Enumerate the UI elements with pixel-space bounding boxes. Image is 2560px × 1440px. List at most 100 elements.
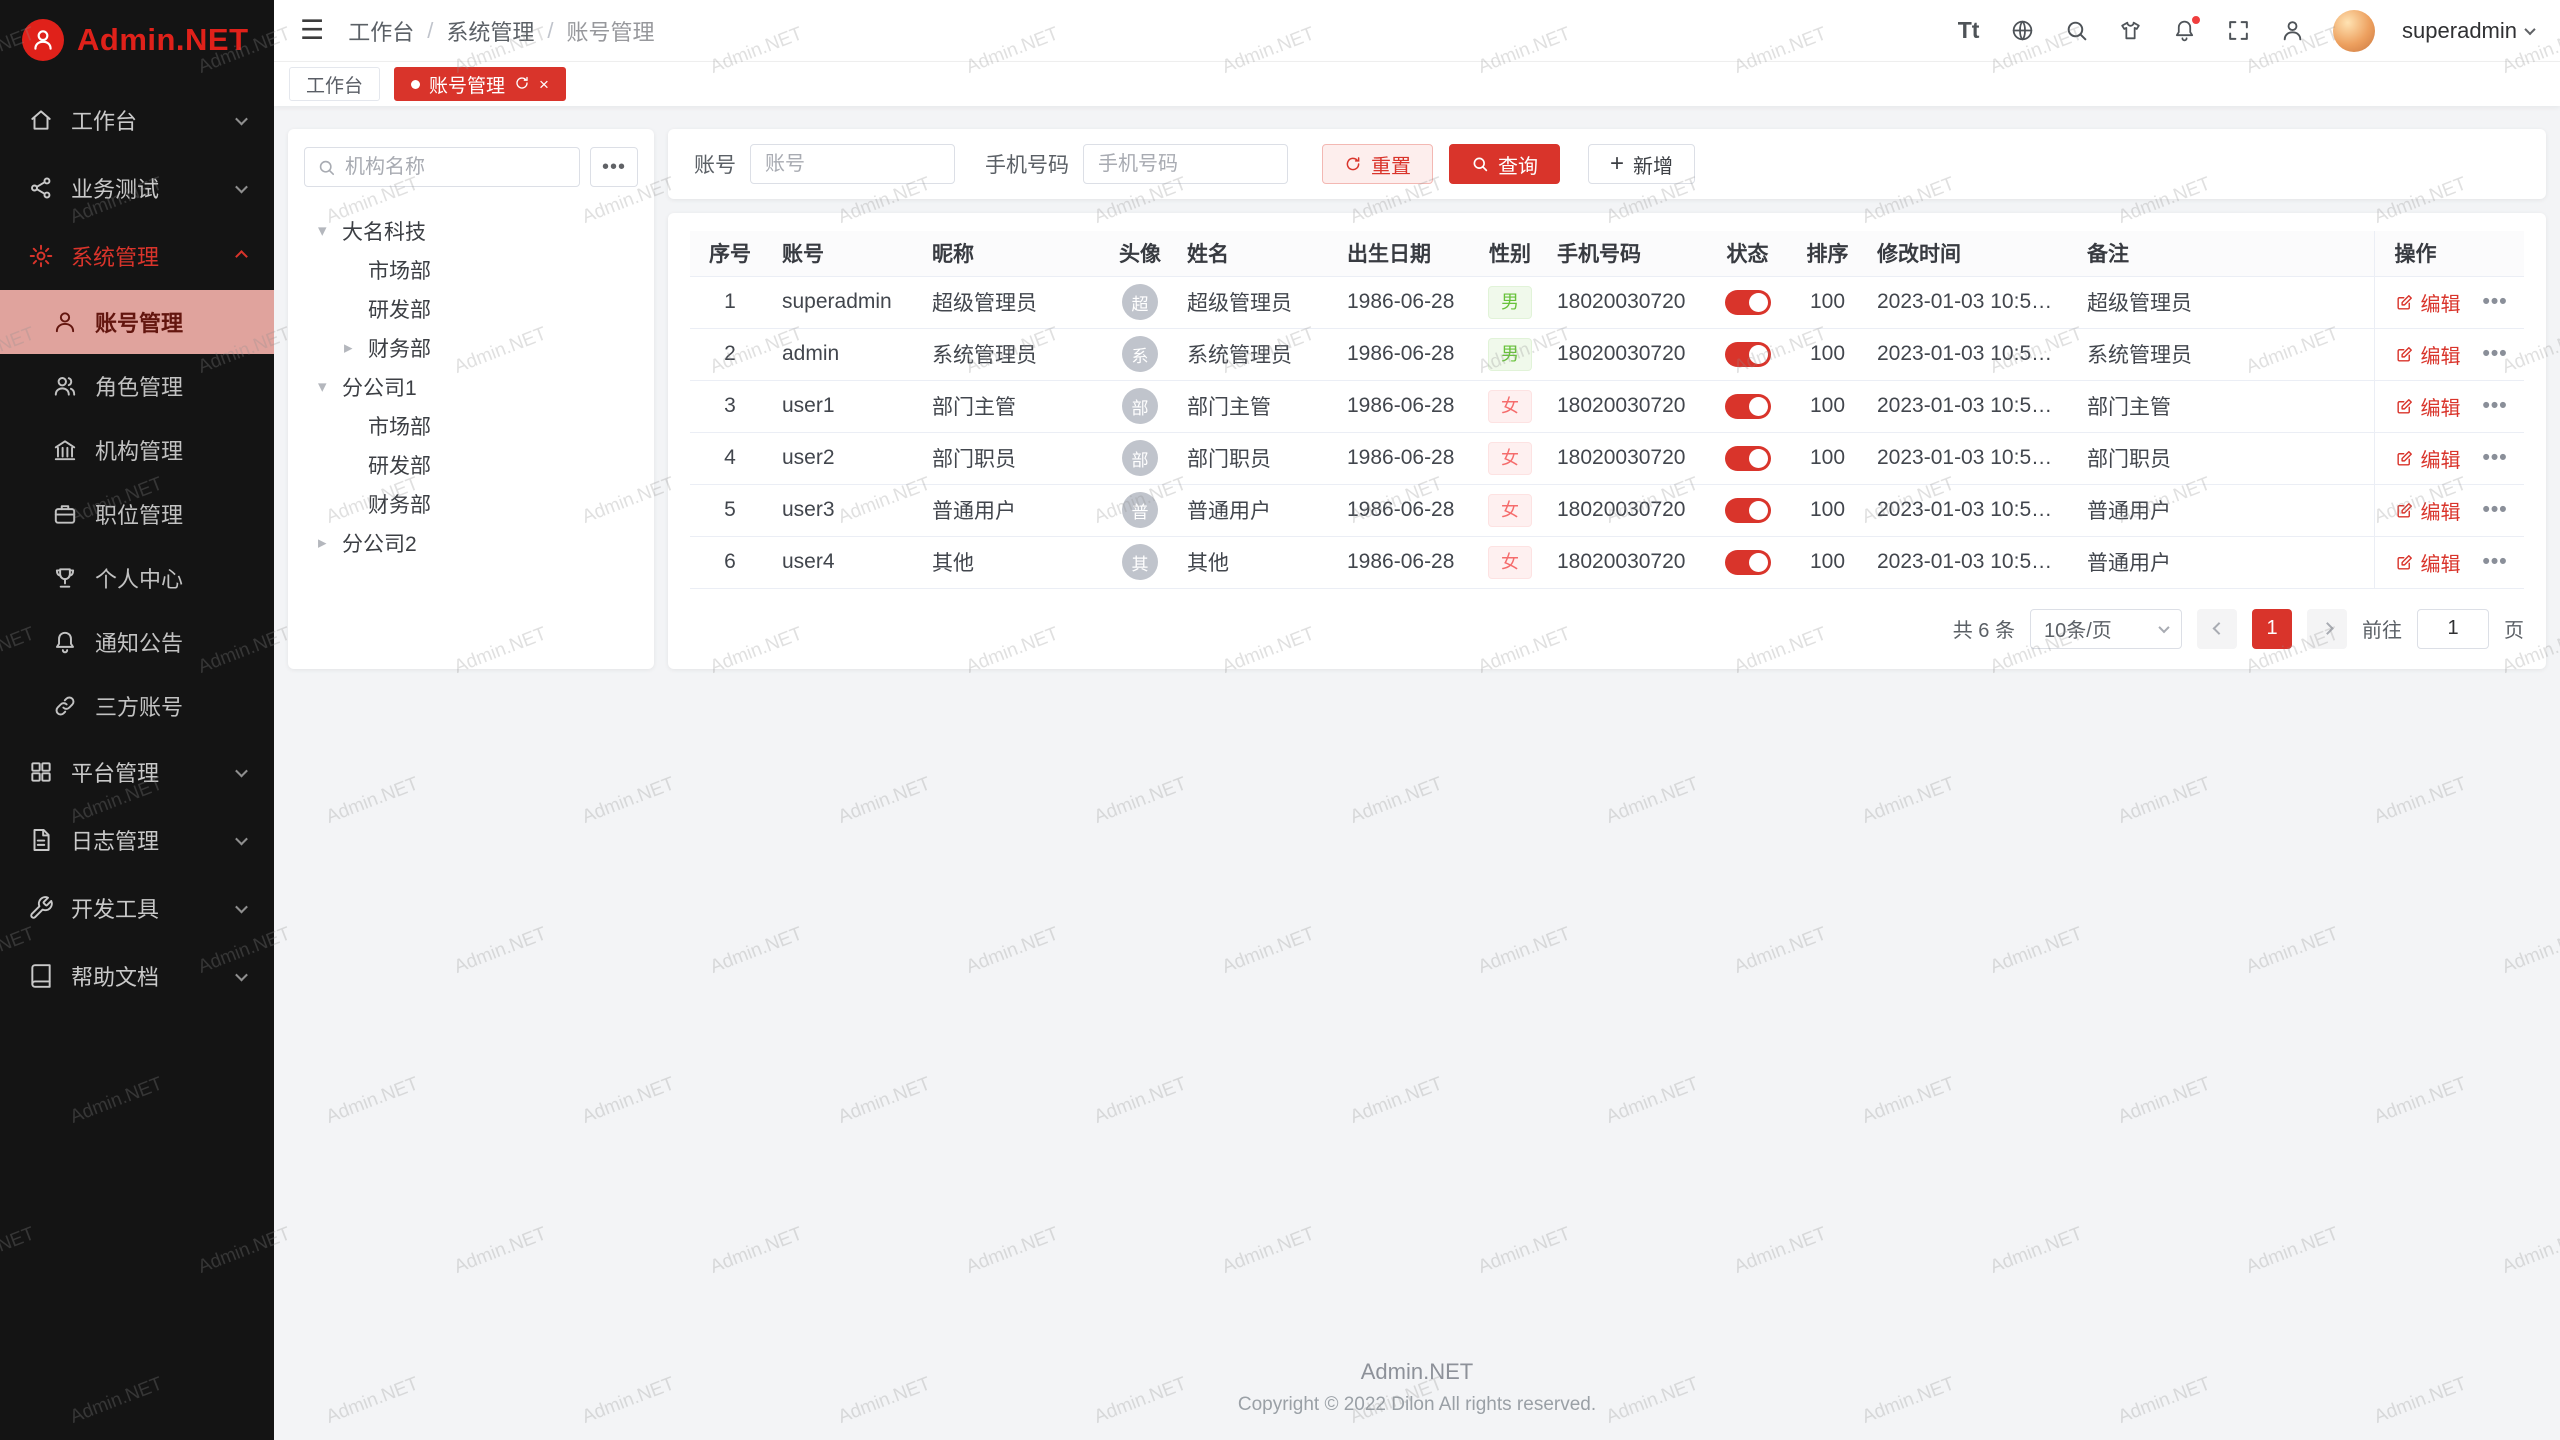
username-text: superadmin bbox=[2402, 18, 2517, 44]
sidebar-item-system-management[interactable]: 系统管理 bbox=[0, 222, 274, 290]
theme-skin-icon[interactable] bbox=[2117, 17, 2144, 44]
tab-refresh-icon[interactable] bbox=[514, 75, 530, 94]
user-icon bbox=[52, 309, 78, 335]
add-button[interactable]: + 新增 bbox=[1588, 144, 1695, 184]
row-more-button[interactable]: ••• bbox=[2483, 342, 2508, 365]
tree-node-label: 分公司1 bbox=[342, 372, 417, 402]
tree-node[interactable]: 市场部 bbox=[304, 406, 638, 445]
goto-page-input[interactable] bbox=[2417, 609, 2489, 649]
sidebar-item-label: 开发工具 bbox=[71, 892, 220, 924]
edit-button[interactable]: 编辑 bbox=[2395, 288, 2461, 317]
tab-workbench[interactable]: 工作台 bbox=[289, 67, 380, 101]
breadcrumb-separator: / bbox=[547, 18, 553, 44]
search-button[interactable]: 查询 bbox=[1449, 144, 1560, 184]
language-globe-icon[interactable] bbox=[2009, 17, 2036, 44]
app-logo[interactable]: Admin.NET bbox=[0, 0, 274, 80]
status-toggle[interactable] bbox=[1725, 550, 1771, 575]
sidebar-item-log-management[interactable]: 日志管理 bbox=[0, 806, 274, 874]
search-icon bbox=[1471, 155, 1489, 173]
tree-node[interactable]: ▸ 分公司2 bbox=[304, 523, 638, 562]
status-toggle[interactable] bbox=[1725, 394, 1771, 419]
user-menu[interactable]: superadmin bbox=[2402, 18, 2534, 44]
notification-badge bbox=[2190, 14, 2202, 26]
sidebar-item-workbench[interactable]: 工作台 bbox=[0, 86, 274, 154]
sidebar-item-dev-tools[interactable]: 开发工具 bbox=[0, 874, 274, 942]
sidebar: Admin.NET 工作台 业务测试 系统管理 账号管理 bbox=[0, 0, 274, 1440]
sidebar-item-label: 三方账号 bbox=[95, 690, 246, 722]
tree-node[interactable]: ▾大名科技 bbox=[304, 211, 638, 250]
profile-icon[interactable] bbox=[2279, 17, 2306, 44]
status-toggle[interactable] bbox=[1725, 498, 1771, 523]
tree-node-label: 分公司2 bbox=[342, 528, 417, 558]
sidebar-item-help-docs[interactable]: 帮助文档 bbox=[0, 942, 274, 1010]
tab-close-icon[interactable]: × bbox=[539, 76, 549, 93]
breadcrumb-item-account: 账号管理 bbox=[567, 15, 655, 47]
reset-button[interactable]: 重置 bbox=[1322, 144, 1433, 184]
sidebar-item-position-management[interactable]: 职位管理 bbox=[0, 482, 274, 546]
font-size-icon[interactable]: Tt bbox=[1955, 17, 1982, 44]
sidebar-item-org-management[interactable]: 机构管理 bbox=[0, 418, 274, 482]
tree-more-button[interactable]: ••• bbox=[590, 147, 638, 187]
prev-page-button[interactable] bbox=[2197, 609, 2237, 649]
sidebar-item-third-party-account[interactable]: 三方账号 bbox=[0, 674, 274, 738]
status-toggle[interactable] bbox=[1725, 290, 1771, 315]
sidebar-item-role-management[interactable]: 角色管理 bbox=[0, 354, 274, 418]
row-more-button[interactable]: ••• bbox=[2483, 550, 2508, 573]
fullscreen-icon[interactable] bbox=[2225, 17, 2252, 44]
row-more-button[interactable]: ••• bbox=[2483, 394, 2508, 417]
sidebar-item-account-management[interactable]: 账号管理 bbox=[0, 290, 274, 354]
sidebar-item-business-test[interactable]: 业务测试 bbox=[0, 154, 274, 222]
tree-node[interactable]: 研发部 bbox=[304, 289, 638, 328]
row-more-button[interactable]: ••• bbox=[2483, 290, 2508, 313]
next-page-button[interactable] bbox=[2307, 609, 2347, 649]
caret-collapsed-icon[interactable]: ▸ bbox=[344, 338, 359, 358]
menu-collapse-icon[interactable]: ☰ bbox=[300, 17, 324, 44]
org-tree: ▾大名科技 市场部 研发部 ▸财务部 ▾ 分公司1 市场部 研发部 财务部 ▸ 分公… bbox=[304, 211, 638, 562]
column-header: 手机号码 bbox=[1545, 231, 1705, 276]
edit-pencil-icon bbox=[2395, 345, 2414, 364]
tree-node[interactable]: 财务部 bbox=[304, 484, 638, 523]
sidebar-item-label: 系统管理 bbox=[71, 240, 220, 272]
tree-node[interactable]: ▾ 分公司1 bbox=[304, 367, 638, 406]
row-more-button[interactable]: ••• bbox=[2483, 498, 2508, 521]
notification-bell-icon[interactable] bbox=[2171, 17, 2198, 44]
edit-button[interactable]: 编辑 bbox=[2395, 444, 2461, 473]
home-icon bbox=[28, 107, 54, 133]
breadcrumb-item-workbench[interactable]: 工作台 bbox=[348, 15, 414, 47]
row-more-button[interactable]: ••• bbox=[2483, 446, 2508, 469]
refresh-icon bbox=[1344, 155, 1362, 173]
caret-expanded-icon[interactable]: ▾ bbox=[318, 221, 333, 241]
edit-button[interactable]: 编辑 bbox=[2395, 340, 2461, 369]
caret-collapsed-icon[interactable]: ▸ bbox=[318, 533, 333, 553]
caret-expanded-icon[interactable]: ▾ bbox=[318, 377, 333, 397]
sidebar-item-notice[interactable]: 通知公告 bbox=[0, 610, 274, 674]
status-toggle[interactable] bbox=[1725, 342, 1771, 367]
sidebar-item-platform-management[interactable]: 平台管理 bbox=[0, 738, 274, 806]
edit-button[interactable]: 编辑 bbox=[2395, 392, 2461, 421]
user-avatar[interactable] bbox=[2333, 10, 2375, 52]
breadcrumb-item-system[interactable]: 系统管理 bbox=[446, 15, 534, 47]
book-icon bbox=[28, 963, 54, 989]
edit-button[interactable]: 编辑 bbox=[2395, 548, 2461, 577]
sidebar-item-personal-center[interactable]: 个人中心 bbox=[0, 546, 274, 610]
chevron-left-icon bbox=[2212, 622, 2225, 635]
avatar: 普 bbox=[1122, 492, 1158, 528]
account-input[interactable] bbox=[750, 144, 955, 184]
tab-account-management[interactable]: 账号管理 × bbox=[394, 67, 566, 101]
link-icon bbox=[52, 693, 78, 719]
page-number-current[interactable]: 1 bbox=[2252, 609, 2292, 649]
sidebar-item-label: 工作台 bbox=[71, 104, 220, 136]
phone-label: 手机号码 bbox=[985, 149, 1069, 179]
page-size-select[interactable]: 10条/页 bbox=[2030, 609, 2182, 649]
org-search-input[interactable] bbox=[345, 156, 567, 179]
phone-input[interactable] bbox=[1083, 144, 1288, 184]
tree-node[interactable]: ▸财务部 bbox=[304, 328, 638, 367]
search-icon[interactable] bbox=[2063, 17, 2090, 44]
gender-badge: 男 bbox=[1488, 338, 1532, 371]
tree-node[interactable]: 市场部 bbox=[304, 250, 638, 289]
edit-button[interactable]: 编辑 bbox=[2395, 496, 2461, 525]
status-toggle[interactable] bbox=[1725, 446, 1771, 471]
tree-node[interactable]: 研发部 bbox=[304, 445, 638, 484]
gender-badge: 女 bbox=[1488, 494, 1532, 527]
tree-node-label: 研发部 bbox=[368, 294, 431, 324]
